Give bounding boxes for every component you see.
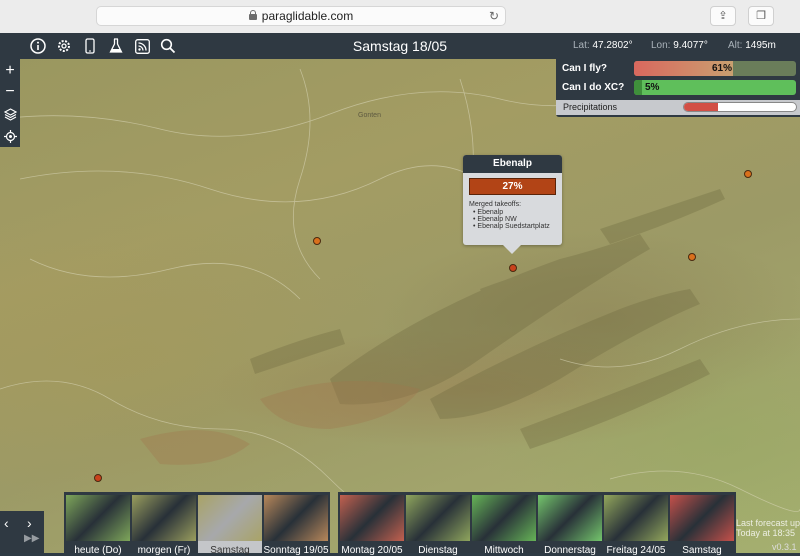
precipitation-label: Precipitations: [563, 102, 618, 112]
latitude-readout: Lat: 47.2802°: [573, 40, 633, 51]
day-thumbnail: [66, 495, 130, 541]
altitude-readout: Alt: 1495m: [728, 40, 776, 51]
day-thumbnail: [340, 495, 404, 541]
day-tab[interactable]: Donnerstag: [538, 495, 602, 556]
day-tab[interactable]: Samstag: [670, 495, 734, 556]
zoom-out-button[interactable]: −: [0, 81, 20, 103]
day-tab[interactable]: Samstag: [198, 495, 262, 556]
precipitation-bar: [683, 102, 797, 112]
day-thumbnail: [538, 495, 602, 541]
can-i-do-xc-row: Can I do XC? 5%: [556, 79, 800, 97]
takeoff-marker[interactable]: [688, 253, 696, 261]
map-place-label: Gonten: [358, 112, 381, 119]
can-i-do-xc-fill: [634, 80, 643, 95]
browser-toolbar: paraglidable.com ↻ ⇪ ❐: [0, 0, 800, 34]
forecast-note-line2: Today at 18:35: [736, 528, 796, 538]
can-i-do-xc-value: 5%: [645, 82, 660, 93]
popup-subtitle: Merged takeoffs:: [469, 201, 522, 208]
takeoff-list-item: Ebenalp: [473, 209, 562, 216]
day-thumbnail: [604, 495, 668, 541]
day-label: Samstag: [682, 545, 722, 556]
can-i-fly-bar: 61%: [634, 61, 796, 76]
day-tab[interactable]: Mittwoch: [472, 495, 536, 556]
can-i-do-xc-bar: 5%: [634, 80, 796, 95]
day-label: Mittwoch: [484, 545, 524, 556]
flask-icon[interactable]: [107, 37, 125, 55]
locate-icon: [3, 129, 17, 143]
fast-forward-icon: ▶▶: [24, 533, 40, 544]
day-tab[interactable]: morgen (Fr): [132, 495, 196, 556]
day-tab[interactable]: Montag 20/05: [340, 495, 404, 556]
url-text: paraglidable.com: [97, 9, 505, 23]
day-thumbnail: [670, 495, 734, 541]
day-thumbnail: [406, 495, 470, 541]
version-label: v0.3.1: [772, 542, 797, 552]
forecast-note-line1: Last forecast update: [736, 518, 800, 528]
zoom-in-button[interactable]: +: [0, 60, 20, 82]
day-strip-week2: Montag 20/05 Dienstag Mittwoch Donnerstag Fr…: [338, 492, 736, 556]
search-icon[interactable]: [159, 37, 177, 55]
day-tab[interactable]: Sonntag 19/05: [263, 495, 329, 556]
takeoff-popup: Ebenalp 27% Merged takeoffs: Ebenalp Ebe…: [463, 155, 562, 254]
locate-button[interactable]: [0, 125, 20, 147]
day-thumbnail: [264, 495, 328, 541]
tabs-button[interactable]: ❐: [748, 6, 774, 26]
precipitation-fill: [684, 103, 718, 111]
day-tab[interactable]: Freitag 24/05: [604, 495, 668, 556]
day-tab[interactable]: Dienstag: [406, 495, 470, 556]
map-controls: + −: [0, 59, 20, 147]
info-icon[interactable]: [29, 37, 47, 55]
day-thumbnail: [472, 495, 536, 541]
day-thumbnail: [132, 495, 196, 541]
day-label: heute (Do): [74, 545, 122, 556]
reload-icon[interactable]: ↻: [489, 9, 499, 23]
layers-button[interactable]: [0, 103, 20, 125]
terrain-overlay: Gonten: [0, 68, 800, 530]
longitude-readout: Lon: 9.4077°: [651, 40, 708, 51]
day-label: Dienstag: [418, 545, 458, 556]
day-tab[interactable]: heute (Do): [66, 495, 130, 556]
day-label: Samstag: [210, 545, 250, 556]
popup-probability: 27%: [469, 178, 556, 195]
day-label: morgen (Fr): [137, 545, 191, 556]
can-i-fly-row: Can I fly? 61%: [556, 60, 800, 78]
day-navigation: ‹ › ▶▶: [0, 511, 44, 553]
takeoff-list-item: Ebenalp Suedstartplatz: [473, 223, 562, 230]
phone-icon[interactable]: [81, 37, 99, 55]
fly-forecast-panel: Can I fly? 61% Can I do XC? 5% Precipita…: [556, 59, 800, 117]
takeoff-list-item: Ebenalp NW: [473, 216, 562, 223]
day-strip-week1: heute (Do) morgen (Fr) Samstag Sonntag 19/0…: [64, 492, 330, 556]
last-forecast-update: Last forecast update Today at 18:35: [736, 518, 800, 538]
takeoff-marker[interactable]: [313, 237, 321, 245]
lock-icon: [248, 10, 257, 20]
share-button[interactable]: ⇪: [710, 6, 736, 26]
takeoff-marker-ebenalp[interactable]: [509, 264, 517, 272]
day-label: Freitag 24/05: [606, 545, 666, 556]
precipitation-row: Precipitations: [556, 100, 800, 115]
map-canvas[interactable]: Gonten: [0, 59, 800, 553]
can-i-do-xc-label: Can I do XC?: [562, 82, 625, 93]
takeoff-marker[interactable]: [744, 170, 752, 178]
day-label: Donnerstag: [544, 545, 596, 556]
address-bar[interactable]: paraglidable.com ↻: [96, 6, 506, 26]
settings-icon[interactable]: [55, 37, 73, 55]
day-label: Montag 20/05: [341, 545, 403, 556]
day-label: Sonntag 19/05: [263, 545, 329, 556]
merged-takeoffs-list: Ebenalp Ebenalp NW Ebenalp Suedstartplat…: [473, 209, 562, 230]
app-header: Samstag 18/05 Lat: 47.2802° Lon: 9.4077°…: [0, 33, 800, 59]
can-i-fly-label: Can I fly?: [562, 63, 608, 74]
layers-icon: [3, 107, 17, 121]
rss-icon[interactable]: [133, 37, 151, 55]
takeoff-marker[interactable]: [94, 474, 102, 482]
day-thumbnail: [198, 495, 262, 541]
popup-title: Ebenalp: [463, 155, 562, 173]
can-i-fly-value: 61%: [712, 63, 733, 74]
url-label: paraglidable.com: [261, 9, 354, 23]
next-day-button[interactable]: ›: [27, 515, 32, 531]
previous-day-button[interactable]: ‹: [4, 515, 9, 531]
popup-pointer: [503, 245, 521, 254]
